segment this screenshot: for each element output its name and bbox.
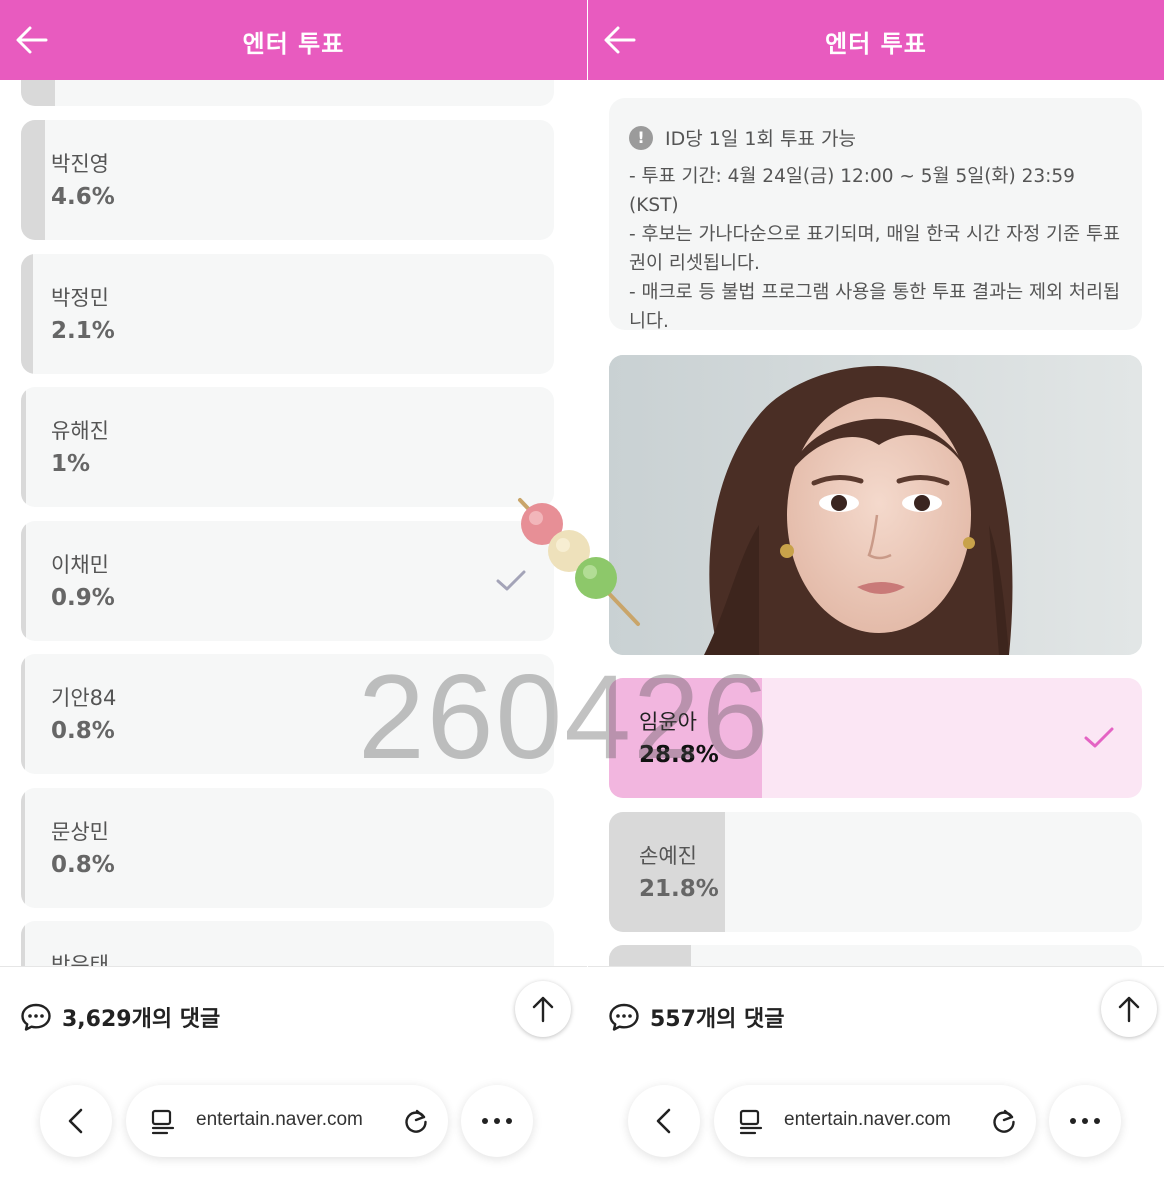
vote-percent: 0.8% [51,718,115,744]
vote-bar [21,921,25,966]
page-icon [739,1109,763,1135]
vote-option[interactable]: 유해진 1% [21,387,554,507]
address-bar[interactable]: entertain.naver.com [126,1085,448,1157]
vote-percent: 21.8% [639,876,719,902]
vote-bar [609,678,762,798]
vote-option[interactable]: 기안84 0.8% [21,654,554,774]
comments-link[interactable]: 3,629개의 댓글 [20,1001,220,1033]
vote-bar [21,120,45,240]
vote-percent: 0.8% [51,852,115,878]
scroll-top-button[interactable] [1101,981,1157,1037]
bottom-bar: 3,629개의 댓글 entertain.naver.com [0,966,587,1200]
vote-option[interactable]: 문상민 0.8% [21,788,554,908]
vote-bar [609,812,725,932]
notice-header: ! ID당 1일 1회 투표 가능 [629,124,856,151]
notice-line: - 후보는 가나다순으로 표기되며, 매일 한국 시간 자정 기준 투표 [629,224,1120,245]
candidate-name: 박진영 [51,152,109,176]
vote-option[interactable] [609,945,1142,966]
url-text: entertain.naver.com [784,1109,951,1130]
comments-link[interactable]: 557개의 댓글 [608,1001,785,1033]
url-text: entertain.naver.com [196,1109,363,1130]
more-dots-icon [482,1118,512,1124]
vote-bar [21,387,26,507]
notice-body: - 투표 기간: 4월 24일(금) 12:00 ~ 5월 5일(화) 23:5… [629,162,1129,336]
vote-option[interactable] [21,80,554,106]
more-dots-icon [1070,1118,1100,1124]
portrait-illustration [609,355,1142,655]
notice-line: 권이 리셋됩니다. [629,253,760,274]
vote-bar [21,521,26,641]
chevron-left-icon [656,1108,671,1134]
vote-percent: 4.6% [51,184,115,210]
more-button[interactable] [1049,1085,1121,1157]
vote-percent: 2.1% [51,318,115,344]
left-screen: 엔터 투표 박진영 4.6% 박정민 2.1% 유해진 1% 이채민 0.9% [0,0,587,1200]
candidate-name: 박정민 [51,286,109,310]
notice-line: 니다. [629,311,669,332]
header-bar: 엔터 투표 [588,0,1164,80]
candidate-name: 유해진 [51,419,109,443]
vote-notice: ! ID당 1일 1회 투표 가능 - 투표 기간: 4월 24일(금) 12:… [609,98,1142,332]
candidate-name: 기안84 [51,686,117,710]
comment-icon [21,1003,51,1031]
address-bar[interactable]: entertain.naver.com [714,1085,1036,1157]
candidate-name: 문상민 [51,820,109,844]
browser-back-button[interactable] [628,1085,700,1157]
scroll-top-button[interactable] [515,981,571,1037]
vote-option[interactable]: 박진영 4.6% [21,120,554,240]
candidate-photo [609,355,1142,655]
exclamation-icon: ! [629,125,653,150]
comments-count: 557개의 댓글 [650,1007,785,1032]
chevron-left-icon [68,1108,83,1134]
vote-bar [21,788,25,908]
arrow-up-icon [532,996,554,1023]
vote-option-selected[interactable]: 임윤아 28.8% [609,678,1142,798]
reload-icon[interactable] [990,1107,1018,1135]
notice-line: - 투표 기간: 4월 24일(금) 12:00 ~ 5월 5일(화) 23:5… [629,166,1075,216]
vote-percent: 1% [51,451,91,477]
comment-icon [609,1003,639,1031]
page-title: 엔터 투표 [825,30,927,58]
candidate-name: 박은태 [51,953,109,966]
browser-back-button[interactable] [40,1085,112,1157]
candidate-name: 임윤아 [639,710,697,734]
vote-option[interactable]: 박정민 2.1% [21,254,554,374]
vote-content: ! ID당 1일 1회 투표 가능 - 투표 기간: 4월 24일(금) 12:… [588,80,1164,966]
vote-option[interactable]: 박은태 [21,921,554,966]
vote-bar [609,945,691,966]
arrow-up-icon [1118,996,1140,1023]
notice-line: - 매크로 등 불법 프로그램 사용을 통한 투표 결과는 제외 처리됩 [629,282,1120,303]
check-icon [1084,727,1114,748]
right-screen: 엔터 투표 ! ID당 1일 1회 투표 가능 - 투표 기간: 4월 24일(… [588,0,1164,1200]
more-button[interactable] [461,1085,533,1157]
vote-list: 박진영 4.6% 박정민 2.1% 유해진 1% 이채민 0.9% 기안84 0… [0,80,587,966]
header-bar: 엔터 투표 [0,0,587,80]
bottom-bar: 557개의 댓글 entertain.naver.com [588,966,1164,1200]
reload-icon[interactable] [402,1107,430,1135]
candidate-name: 손예진 [639,844,697,868]
candidate-name: 이채민 [51,553,109,577]
vote-option[interactable]: 손예진 21.8% [609,812,1142,932]
page-title: 엔터 투표 [242,30,345,58]
page-icon [151,1109,175,1135]
vote-bar [21,654,25,774]
vote-percent: 28.8% [639,742,719,768]
vote-bar [21,254,33,374]
notice-title: ID당 1일 1회 투표 가능 [665,128,856,150]
check-icon [496,570,526,591]
vote-bar [21,80,55,106]
vote-percent: 0.9% [51,585,115,611]
vote-option-selected[interactable]: 이채민 0.9% [21,521,554,641]
comments-count: 3,629개의 댓글 [62,1007,221,1032]
